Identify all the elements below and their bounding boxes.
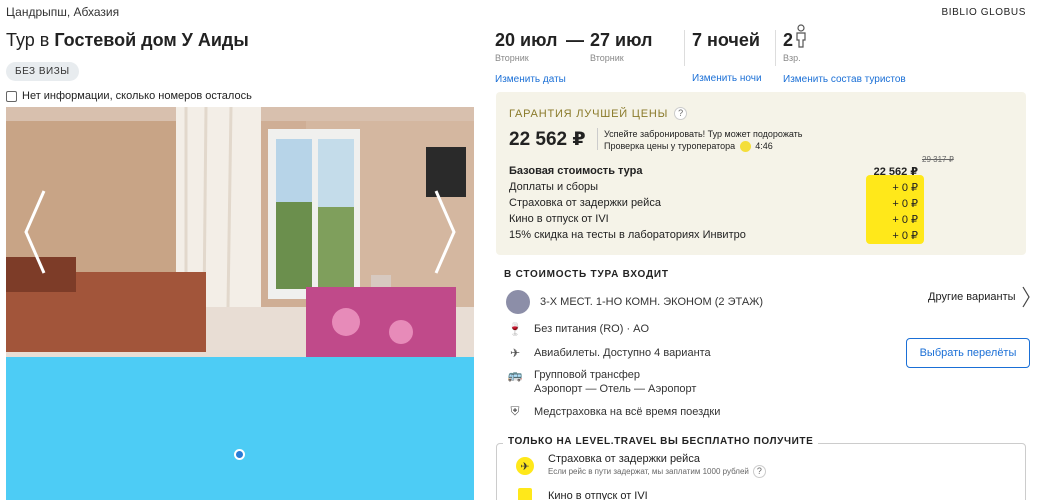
nav-right-icon — [434, 190, 456, 274]
timer-icon — [739, 141, 751, 153]
transfer-item: 🚌 Групповой трансфер Аэропорт — Отель — … — [506, 368, 697, 396]
flights-text: Авиабилеты. Доступно 4 варианта — [534, 347, 711, 359]
other-variants-link[interactable]: Другие варианты — [928, 286, 1030, 308]
best-price-guarantee: ГАРАНТИЯ ЛУЧШЕЙ ЦЕНЫ ? — [509, 107, 688, 120]
old-price: 29 317 ₽ — [922, 155, 954, 164]
choose-flights-button[interactable]: Выбрать перелёты — [906, 338, 1030, 368]
bonus-item-title: Страховка от задержки рейса — [548, 453, 700, 465]
room-name: 3-Х МЕСТ. 1-НО КОМН. ЭКОНОМ (2 ЭТАЖ) — [540, 296, 763, 308]
nav-left-icon — [24, 190, 46, 274]
bonus-icon: ✈ — [510, 454, 540, 478]
hotel-room-image — [6, 107, 474, 357]
bus-icon: 🚌 — [507, 368, 523, 382]
photo-next-button[interactable] — [430, 187, 460, 277]
rooms-info: Нет информации, сколько номеров осталось — [6, 90, 252, 102]
tour-operator: BIBLIO GLOBUS — [941, 7, 1026, 18]
divider — [684, 30, 685, 66]
hurry-line-1: Успейте забронировать! Тур может подорож… — [604, 129, 803, 139]
bonus-item: ✈ Страховка от задержки рейса Если рейс … — [510, 453, 766, 478]
room-thumbnail[interactable] — [506, 290, 530, 314]
cost-value: + 0 ₽ — [892, 181, 918, 194]
plane-icon: ✈ — [509, 346, 521, 360]
insurance-text: Медстраховка на всё время поездки — [534, 405, 721, 418]
cost-label: 15% скидка на тесты в лабораториях Инвит… — [509, 229, 746, 241]
map[interactable] — [6, 357, 474, 500]
tourists-label: Взр. — [783, 53, 801, 63]
visa-badge: БЕЗ ВИЗЫ — [6, 62, 79, 81]
tourists-count: 2 — [783, 30, 794, 50]
flights-item: ✈ Авиабилеты. Доступно 4 варианта — [506, 346, 711, 360]
hotel-name: Гостевой дом У Аиды — [54, 30, 249, 50]
cost-row: Базовая стоимость тура 22 562 ₽ — [509, 163, 924, 179]
transfer-line-1: Групповой трансфер — [534, 369, 641, 381]
bonus-title: ТОЛЬКО НА LEVEL.TRAVEL ВЫ БЕСПЛАТНО ПОЛУ… — [503, 436, 819, 447]
date-from: 20 июл — [495, 30, 558, 50]
change-tourists-link[interactable]: Изменить состав туристов — [783, 74, 906, 85]
transfer-line-2: Аэропорт — Отель — Аэропорт — [534, 383, 697, 395]
cost-row: Доплаты и сборы + 0 ₽ — [509, 179, 924, 195]
cost-value: + 0 ₽ — [892, 197, 918, 210]
rooms-info-text: Нет информации, сколько номеров осталось — [22, 90, 252, 102]
title-prefix: Тур в — [6, 30, 50, 50]
map-location-marker[interactable] — [234, 449, 245, 460]
svg-text:✈: ✈ — [520, 460, 529, 473]
hurry-line-2: Проверка цены у туроператора — [604, 141, 736, 151]
date-to-day: Вторник — [590, 53, 624, 63]
guarantee-label: ГАРАНТИЯ ЛУЧШЕЙ ЦЕНЫ — [509, 107, 669, 120]
date-dash: — — [566, 30, 584, 50]
cost-label: Кино в отпуск от IVI — [509, 213, 609, 225]
bonus-icon — [510, 484, 540, 500]
cost-value: 22 562 ₽ — [873, 165, 918, 178]
chevron-right-icon — [1022, 286, 1030, 308]
other-variants-label: Другие варианты — [928, 291, 1016, 303]
meal-text: Без питания (RO) · AO — [534, 323, 650, 335]
guarantee-help-icon[interactable]: ? — [674, 107, 688, 120]
meal-icon: 🍷 — [507, 322, 523, 336]
bonus-help-icon[interactable]: ? — [752, 465, 766, 478]
date-from-day: Вторник — [495, 53, 529, 63]
photo-prev-button[interactable] — [20, 187, 50, 277]
cost-label: Доплаты и сборы — [509, 181, 599, 193]
cost-value: + 0 ₽ — [892, 229, 918, 242]
cost-label: Страховка от задержки рейса — [509, 197, 661, 209]
cost-label: Базовая стоимость тура — [509, 165, 643, 177]
cost-value: + 0 ₽ — [892, 213, 918, 226]
room-icon — [6, 90, 17, 102]
included-title: В СТОИМОСТЬ ТУРА ВХОДИТ — [504, 269, 669, 280]
total-price: 22 562 ₽ — [509, 129, 586, 150]
cost-row: Страховка от задержки рейса + 0 ₽ — [509, 195, 924, 211]
location: Цандрыпш, Абхазия — [6, 5, 120, 19]
shield-icon: ⛨ — [510, 404, 520, 418]
timer-value: 4:46 — [755, 141, 773, 151]
person-icon — [796, 24, 806, 48]
hurry-notice: Успейте забронировать! Тур может подорож… — [604, 128, 803, 153]
change-dates-link[interactable]: Изменить даты — [495, 74, 566, 85]
insurance-item: ⛨ Медстраховка на всё время поездки — [506, 404, 720, 419]
cost-row: Кино в отпуск от IVI + 0 ₽ — [509, 211, 924, 227]
bonus-item-subtitle: Если рейс в пути задержат, мы заплатим 1… — [548, 467, 749, 476]
hotel-photo[interactable] — [6, 107, 474, 357]
meal-item: 🍷 Без питания (RO) · AO — [506, 322, 650, 336]
room-item: 3-Х МЕСТ. 1-НО КОМН. ЭКОНОМ (2 ЭТАЖ) — [506, 290, 763, 314]
divider — [597, 128, 598, 150]
bonus-item: Кино в отпуск от IVI — [510, 484, 648, 500]
cost-row: 15% скидка на тесты в лабораториях Инвит… — [509, 227, 924, 243]
page-title: Тур в Гостевой дом У Аиды — [6, 30, 249, 51]
date-to: 27 июл — [590, 30, 653, 50]
change-nights-link[interactable]: Изменить ночи — [692, 73, 762, 84]
nights-value: 7 ночей — [692, 30, 760, 50]
divider — [775, 30, 776, 66]
bonus-item-title: Кино в отпуск от IVI — [548, 490, 648, 500]
